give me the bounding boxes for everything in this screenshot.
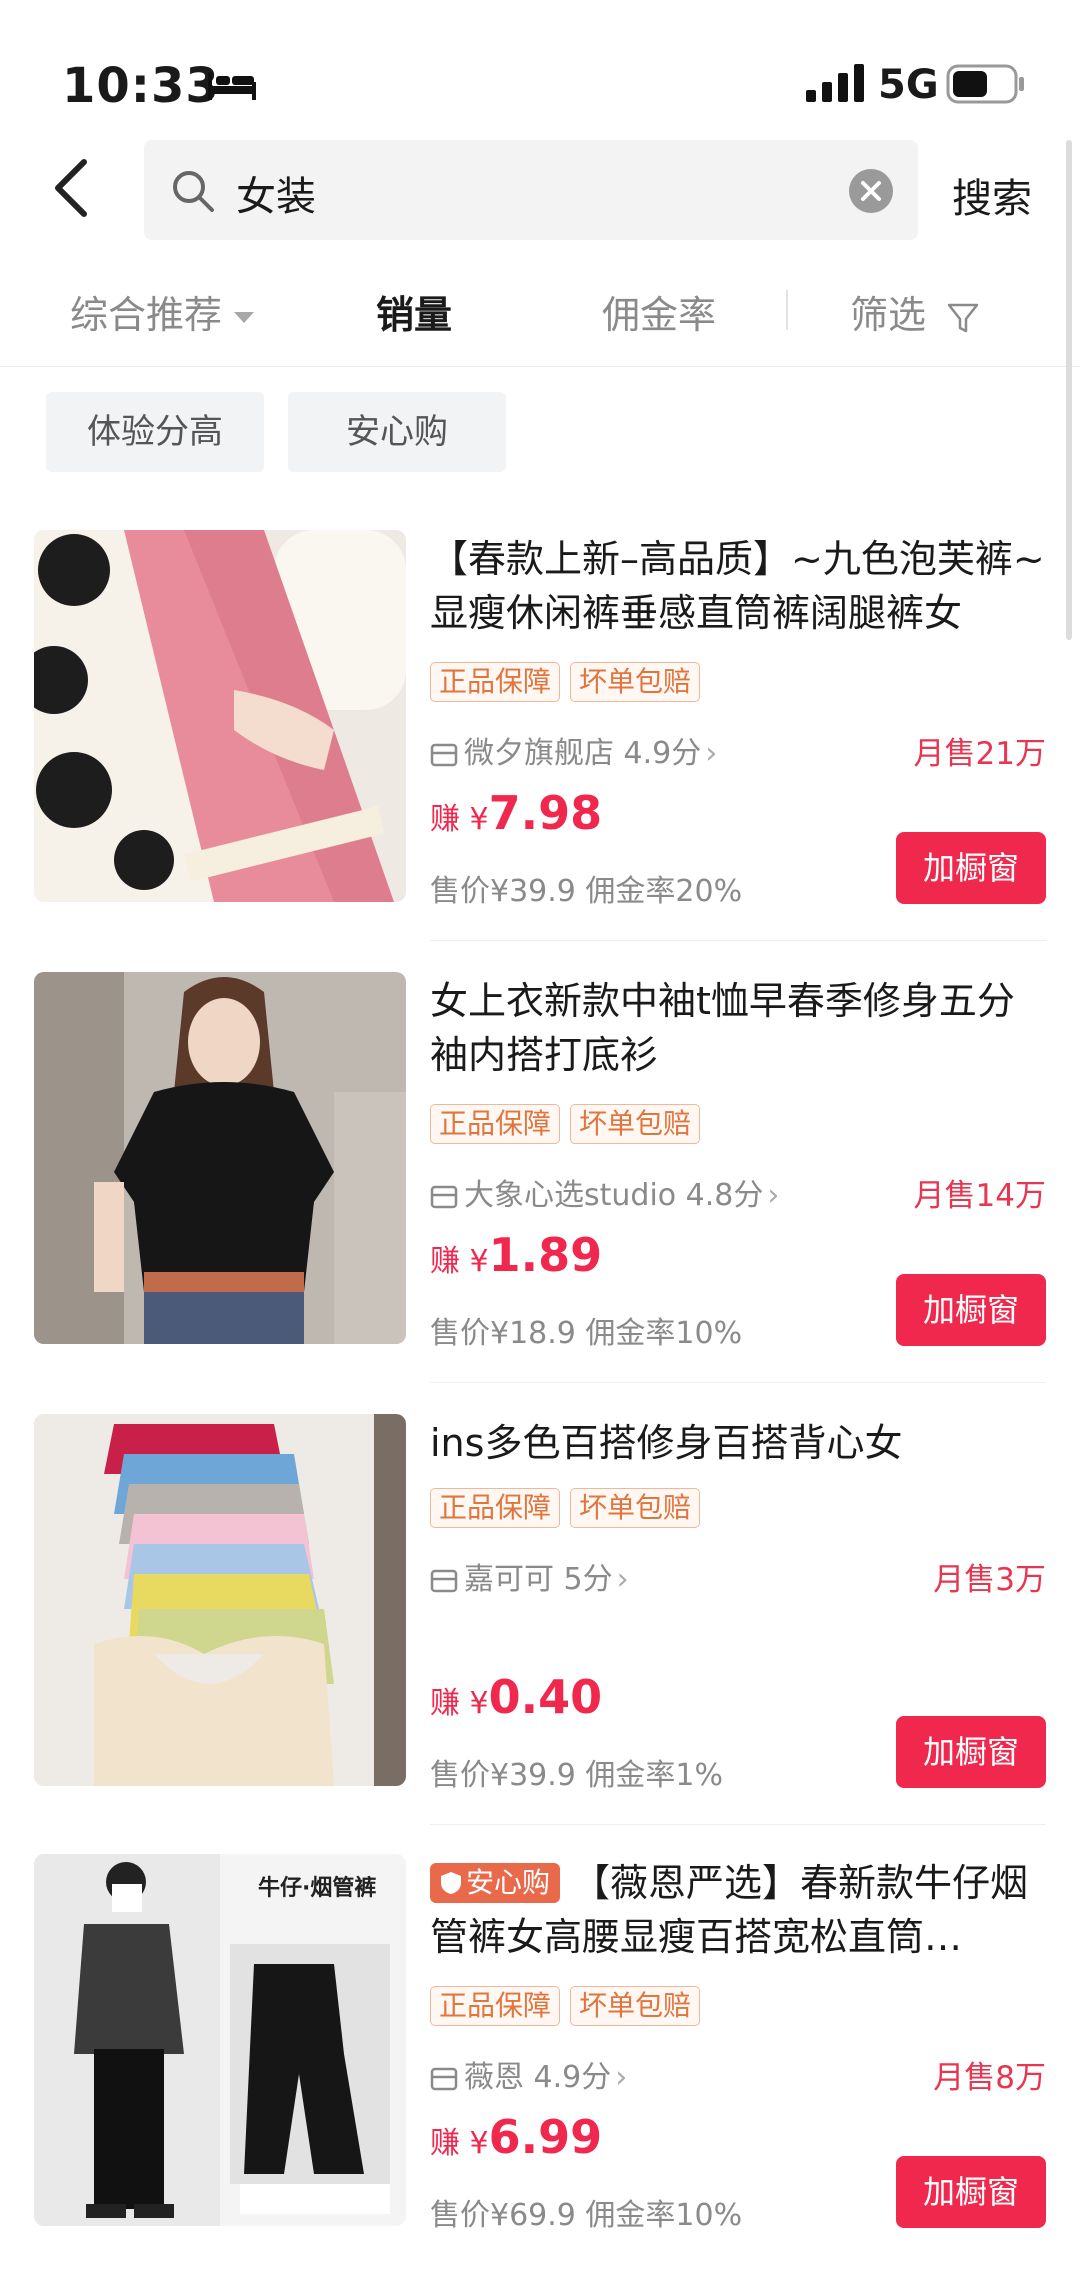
monthly-sales: 月售21万 xyxy=(913,736,1046,772)
status-bar: 10:33 5G xyxy=(0,0,1080,130)
product-tags: 正品保障 坏单包赔 xyxy=(430,662,710,706)
monthly-sales: 月售3万 xyxy=(933,1562,1046,1598)
image-caption: 牛仔·烟管裤 xyxy=(258,1876,377,1901)
row-divider xyxy=(430,1824,1046,1825)
search-icon xyxy=(173,171,214,212)
earn-prefix: 赚 ¥ xyxy=(430,2126,489,2161)
signal-icon xyxy=(806,64,864,102)
product-tags: 正品保障 坏单包赔 xyxy=(430,1488,710,1532)
search-input[interactable]: 女装 xyxy=(144,140,918,240)
earn-prefix: 赚 ¥ xyxy=(430,1244,489,1279)
tab-filter-label: 筛选 xyxy=(850,293,927,337)
dropdown-arrow-icon xyxy=(234,312,255,323)
earn-amount: 7.98 xyxy=(488,786,603,840)
product-image[interactable] xyxy=(34,1854,406,2226)
price-commission: 售价¥69.9 佣金率10% xyxy=(430,2198,743,2233)
earn-prefix: 赚 ¥ xyxy=(430,802,489,837)
add-to-showcase-button[interactable]: 加橱窗 xyxy=(896,1716,1046,1788)
chevron-right-icon: › xyxy=(767,1178,780,1213)
filter-icon xyxy=(947,303,979,332)
commission-earn: 赚 ¥6.99 xyxy=(430,2110,602,2164)
search-button[interactable]: 搜索 xyxy=(952,166,1032,224)
product-title[interactable]: 安心购 【薇恩严选】春新款牛仔烟管裤女高腰显瘦百搭宽松直筒… xyxy=(430,1856,1050,1964)
search-query[interactable]: 女装 xyxy=(236,164,316,222)
commission-earn: 赚 ¥1.89 xyxy=(430,1228,602,1282)
commission-earn: 赚 ¥0.40 xyxy=(430,1670,602,1724)
chip-anxin[interactable]: 安心购 xyxy=(288,392,506,472)
earn-prefix: 赚 ¥ xyxy=(430,1686,489,1721)
tag-damage-refund: 坏单包赔 xyxy=(570,1104,701,1144)
tab-commission[interactable]: 佣金率 xyxy=(602,284,716,339)
product-title[interactable]: 女上衣新款中袖t恤早春季修身五分袖内搭打底衫 xyxy=(430,974,1050,1082)
tab-commission-label: 佣金率 xyxy=(602,293,717,337)
earn-amount: 6.99 xyxy=(488,2110,603,2164)
product-card[interactable]: 女上衣新款中袖t恤早春季修身五分袖内搭打底衫 正品保障 坏单包赔 大象心选stud… xyxy=(0,972,1080,1412)
chevron-right-icon: › xyxy=(615,2060,628,2095)
scrollbar[interactable] xyxy=(1066,140,1072,640)
shop-icon xyxy=(430,743,458,767)
add-to-showcase-button[interactable]: 加橱窗 xyxy=(896,832,1046,904)
tag-damage-refund: 坏单包赔 xyxy=(570,662,701,702)
network-type: 5G xyxy=(878,62,939,108)
clear-icon[interactable] xyxy=(848,168,894,214)
earn-amount: 0.40 xyxy=(488,1670,603,1724)
tag-authentic: 正品保障 xyxy=(430,662,561,702)
commission-earn: 赚 ¥7.98 xyxy=(430,786,602,840)
shop-link[interactable]: 大象心选studio 4.8分 › xyxy=(430,1170,779,1214)
shop-icon xyxy=(430,1185,458,1209)
tab-sales-label: 销量 xyxy=(376,293,453,337)
price-commission: 售价¥18.9 佣金率10% xyxy=(430,1316,743,1351)
shop-name: 微夕旗舰店 4.9分 xyxy=(464,736,702,771)
product-card[interactable]: 安心购 【薇恩严选】春新款牛仔烟管裤女高腰显瘦百搭宽松直筒… 正品保障 坏单包赔 薇… xyxy=(0,1854,1080,2294)
sort-bar: 综合推荐 销量 佣金率 筛选 xyxy=(0,250,1080,367)
anxin-badge-label: 安心购 xyxy=(466,1866,551,1899)
chevron-right-icon: › xyxy=(705,736,718,771)
tab-divider xyxy=(786,290,788,330)
monthly-sales: 月售8万 xyxy=(933,2060,1046,2096)
tab-recommended-label: 综合推荐 xyxy=(70,293,223,337)
shop-name: 薇恩 4.9分 xyxy=(464,2060,612,2095)
product-title[interactable]: ins多色百搭修身百搭背心女 xyxy=(430,1416,1050,1470)
tag-damage-refund: 坏单包赔 xyxy=(570,1488,701,1528)
product-title[interactable]: 【春款上新–高品质】~九色泡芙裤~显瘦休闲裤垂感直筒裤阔腿裤女 xyxy=(430,532,1050,640)
price-commission: 售价¥39.9 佣金率20% xyxy=(430,874,743,909)
shop-link[interactable]: 薇恩 4.9分 › xyxy=(430,2052,627,2096)
shop-name: 大象心选studio 4.8分 xyxy=(464,1178,764,1213)
earn-amount: 1.89 xyxy=(488,1228,603,1282)
product-image[interactable] xyxy=(34,530,406,902)
chip-high-score[interactable]: 体验分高 xyxy=(46,392,264,472)
add-to-showcase-button[interactable]: 加橱窗 xyxy=(896,2156,1046,2228)
anxin-badge: 安心购 xyxy=(430,1863,561,1903)
tab-recommended[interactable]: 综合推荐 xyxy=(70,284,255,339)
tag-authentic: 正品保障 xyxy=(430,1104,561,1144)
product-card[interactable]: 【春款上新–高品质】~九色泡芙裤~显瘦休闲裤垂感直筒裤阔腿裤女 正品保障 坏单包赔… xyxy=(0,530,1080,970)
shop-link[interactable]: 微夕旗舰店 4.9分 › xyxy=(430,728,717,772)
shop-link[interactable]: 嘉可可 5分 › xyxy=(430,1554,629,1598)
product-card[interactable]: ins多色百搭修身百搭背心女 正品保障 坏单包赔 嘉可可 5分 › 月售3万 赚 ¥… xyxy=(0,1414,1080,1854)
shop-icon xyxy=(430,1569,458,1593)
tab-filter[interactable]: 筛选 xyxy=(850,284,980,339)
price-commission: 售价¥39.9 佣金率1% xyxy=(430,1758,724,1793)
shop-icon xyxy=(430,2067,458,2091)
row-divider xyxy=(430,940,1046,941)
product-image[interactable] xyxy=(34,1414,406,1786)
product-image[interactable] xyxy=(34,972,406,1344)
sleep-focus-icon xyxy=(208,72,256,100)
shield-icon xyxy=(441,1872,461,1894)
product-tags: 正品保障 坏单包赔 xyxy=(430,1104,710,1148)
monthly-sales: 月售14万 xyxy=(913,1178,1046,1214)
tag-damage-refund: 坏单包赔 xyxy=(570,1986,701,2026)
status-time: 10:33 xyxy=(62,58,220,114)
tag-authentic: 正品保障 xyxy=(430,1488,561,1528)
add-to-showcase-button[interactable]: 加橱窗 xyxy=(896,1274,1046,1346)
product-tags: 正品保障 坏单包赔 xyxy=(430,1986,710,2030)
chevron-right-icon: › xyxy=(616,1562,629,1597)
back-arrow-icon[interactable] xyxy=(52,158,92,218)
battery-icon xyxy=(946,64,1024,104)
tag-authentic: 正品保障 xyxy=(430,1986,561,2026)
tab-sales[interactable]: 销量 xyxy=(376,284,452,339)
row-divider xyxy=(430,1382,1046,1383)
shop-name: 嘉可可 5分 xyxy=(464,1562,613,1597)
